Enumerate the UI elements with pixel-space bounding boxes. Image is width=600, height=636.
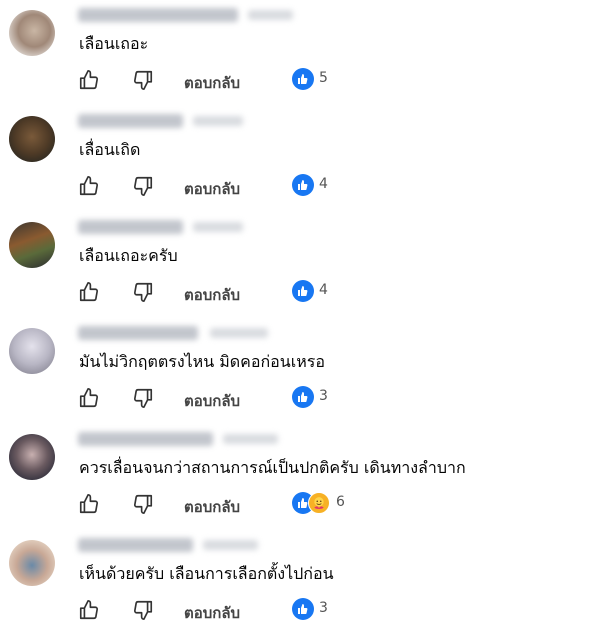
thumbs-up-icon[interactable]	[78, 281, 100, 303]
like-reaction-icon	[292, 68, 314, 90]
author-name-redacted[interactable]	[78, 114, 243, 128]
reaction-count: 5	[319, 70, 328, 86]
reply-button[interactable]: ตอบกลับ	[184, 601, 240, 625]
thumbs-down-icon[interactable]	[132, 69, 154, 91]
like-reaction-icon	[292, 386, 314, 408]
comment-text: เห็นด้วยครับ เลือนการเลือกตั้งไปก่อน	[79, 564, 334, 583]
author-name-redacted[interactable]	[78, 326, 268, 340]
comment-text: เลือนเถอะ	[79, 34, 149, 53]
comment-text: ควรเลื่อนจนกว่าสถานการณ์เป็นปกติครับ เดิ…	[79, 458, 466, 477]
reaction-count: 4	[319, 282, 328, 298]
hug-reaction-icon	[308, 492, 330, 514]
thumbs-down-icon[interactable]	[132, 493, 154, 515]
like-reaction-icon	[292, 174, 314, 196]
reply-button[interactable]: ตอบกลับ	[184, 495, 240, 519]
avatar[interactable]	[9, 434, 55, 480]
like-reaction-icon	[292, 598, 314, 620]
comment-actions: ตอบกลับ 6	[78, 492, 478, 519]
reply-button[interactable]: ตอบกลับ	[184, 389, 240, 413]
avatar[interactable]	[9, 328, 55, 374]
comment-6: เห็นด้วยครับ เลือนการเลือกตั้งไปก่อน ตอบ…	[0, 530, 600, 636]
reply-button[interactable]: ตอบกลับ	[184, 283, 240, 307]
author-name-redacted[interactable]	[78, 8, 293, 22]
thumbs-down-icon[interactable]	[132, 599, 154, 621]
author-name-redacted[interactable]	[78, 220, 243, 234]
reply-button[interactable]: ตอบกลับ	[184, 71, 240, 95]
author-name-redacted[interactable]	[78, 432, 278, 446]
thumbs-up-icon[interactable]	[78, 175, 100, 197]
reply-button[interactable]: ตอบกลับ	[184, 177, 240, 201]
thumbs-up-icon[interactable]	[78, 69, 100, 91]
comment-actions: ตอบกลับ 5	[78, 68, 478, 95]
comment-4: มันไม่วิกฤตตรงไหน มิดคอก่อนเหรอ ตอบกลับ …	[0, 318, 600, 424]
comment-actions: ตอบกลับ 3	[78, 598, 478, 625]
comment-5: ควรเลื่อนจนกว่าสถานการณ์เป็นปกติครับ เดิ…	[0, 424, 600, 530]
comment-text: มันไม่วิกฤตตรงไหน มิดคอก่อนเหรอ	[79, 352, 325, 371]
comment-actions: ตอบกลับ 4	[78, 280, 478, 307]
comment-text: เลือนเถอะครับ	[79, 246, 178, 265]
thumbs-up-icon[interactable]	[78, 387, 100, 409]
reaction-count: 3	[319, 600, 328, 616]
reaction-count: 6	[336, 494, 345, 510]
like-reaction-icon	[292, 280, 314, 302]
thumbs-up-icon[interactable]	[78, 493, 100, 515]
avatar[interactable]	[9, 222, 55, 268]
comment-actions: ตอบกลับ 3	[78, 386, 478, 413]
author-name-redacted[interactable]	[78, 538, 258, 552]
thumbs-down-icon[interactable]	[132, 281, 154, 303]
avatar[interactable]	[9, 540, 55, 586]
thumbs-down-icon[interactable]	[132, 387, 154, 409]
comment-3: เลือนเถอะครับ ตอบกลับ 4	[0, 212, 600, 318]
comment-text: เลื่อนเถิด	[79, 140, 141, 159]
comment-1: เลือนเถอะ ตอบกลับ 5	[0, 0, 600, 106]
avatar[interactable]	[9, 10, 55, 56]
thumbs-up-icon[interactable]	[78, 599, 100, 621]
reaction-count: 4	[319, 176, 328, 192]
comment-actions: ตอบกลับ 4	[78, 174, 478, 201]
comment-2: เลื่อนเถิด ตอบกลับ 4	[0, 106, 600, 212]
thumbs-down-icon[interactable]	[132, 175, 154, 197]
reaction-count: 3	[319, 388, 328, 404]
avatar[interactable]	[9, 116, 55, 162]
